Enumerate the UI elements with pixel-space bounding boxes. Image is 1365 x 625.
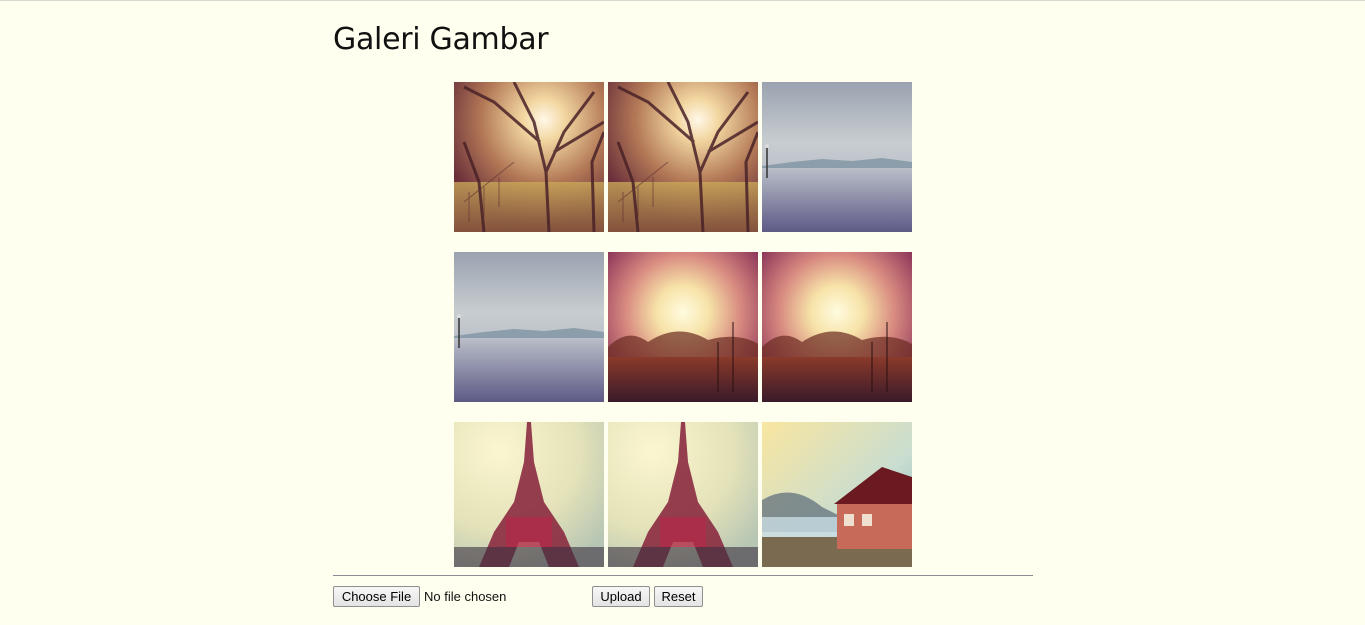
gallery-image-eiffel-tower[interactable] — [454, 422, 604, 567]
gallery-image-forest-sunlight[interactable] — [454, 82, 604, 232]
gallery-image-misty-lake[interactable] — [762, 82, 912, 232]
reset-button[interactable]: Reset — [654, 586, 703, 607]
gallery-image-red-house-lakeside[interactable] — [762, 422, 912, 567]
gallery-image-sunset-harbor[interactable] — [608, 252, 758, 402]
footer-divider — [333, 575, 1033, 576]
gallery-image-sunset-harbor[interactable] — [762, 252, 912, 402]
gallery-image-misty-lake[interactable] — [454, 252, 604, 402]
page-title: Galeri Gambar — [333, 22, 549, 57]
top-border — [0, 0, 1365, 1]
gallery-image-forest-sunlight[interactable] — [608, 82, 758, 232]
choose-file-button[interactable]: Choose File — [333, 586, 420, 607]
upload-button[interactable]: Upload — [592, 586, 650, 607]
gallery-image-eiffel-tower[interactable] — [608, 422, 758, 567]
upload-form: Choose File No file chosen Upload Reset — [333, 586, 1033, 608]
file-status-text: No file chosen — [424, 589, 507, 604]
